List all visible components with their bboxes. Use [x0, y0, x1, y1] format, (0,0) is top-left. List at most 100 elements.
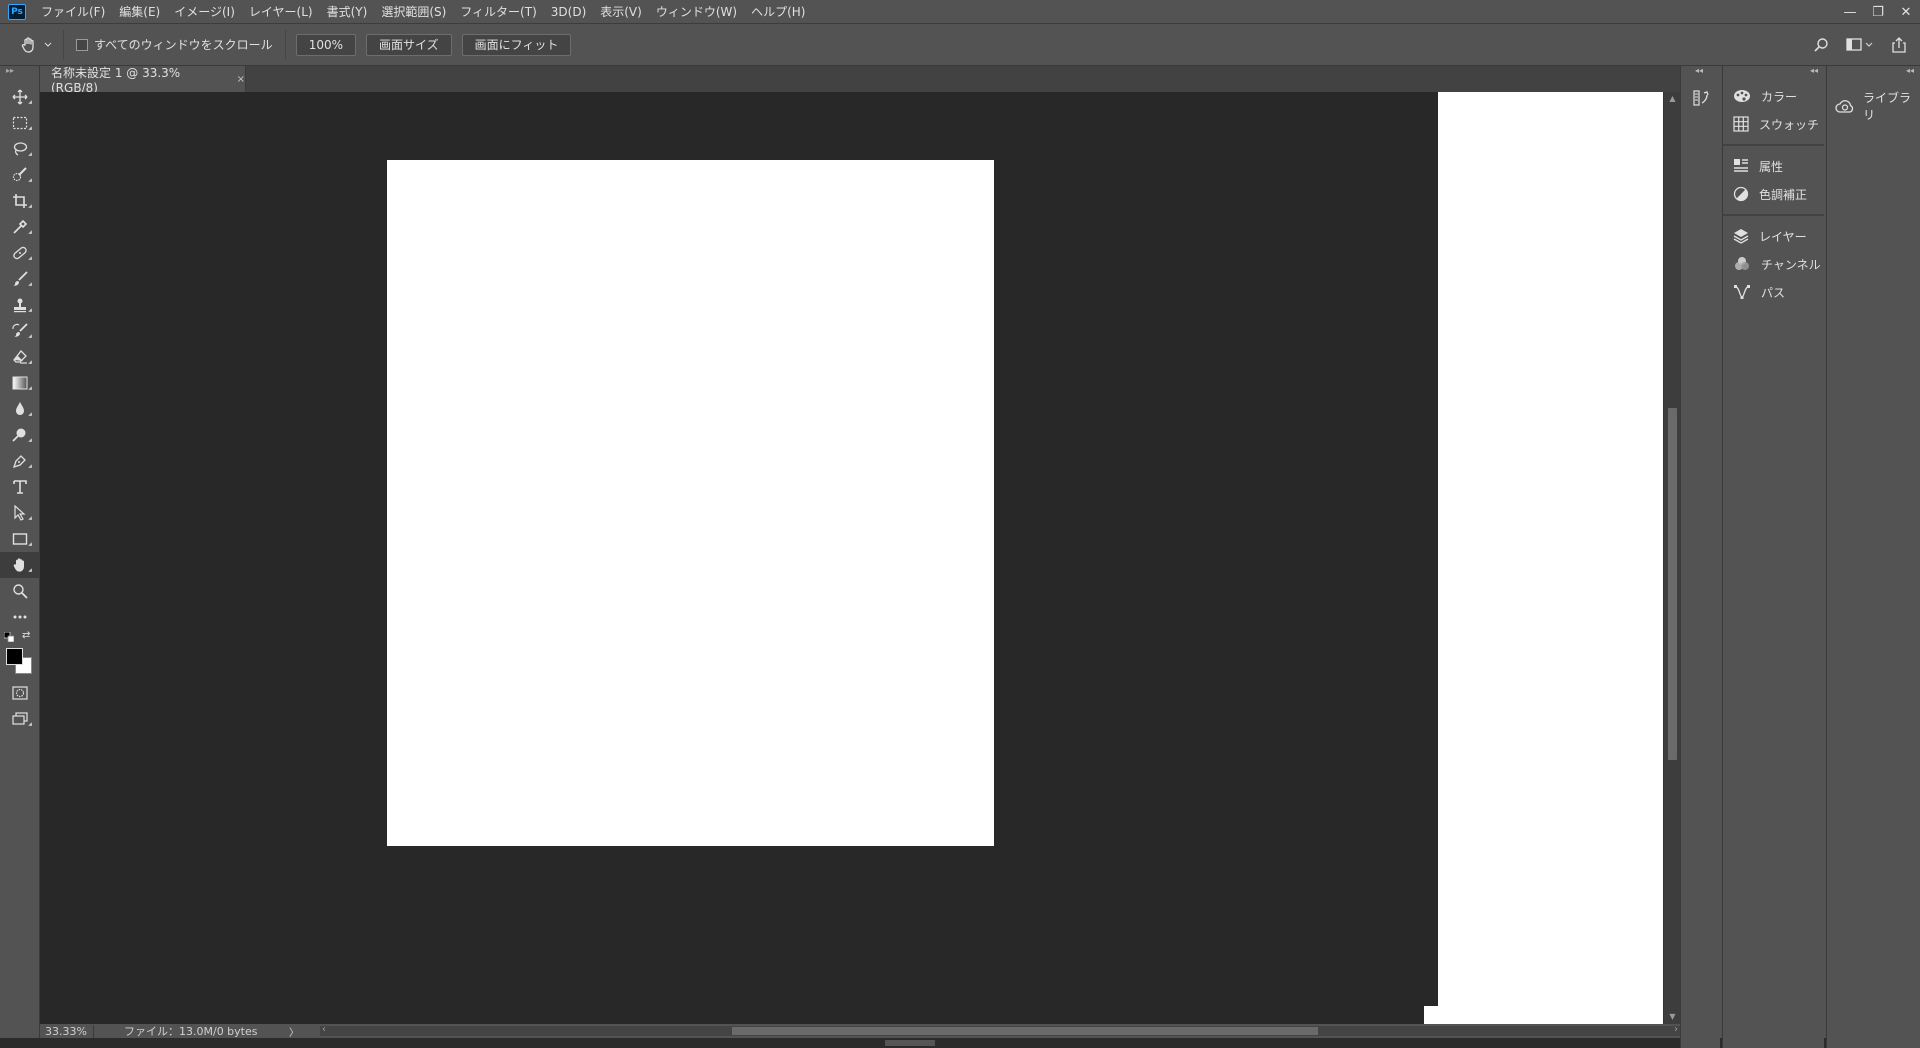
ellipsis-icon: [12, 614, 28, 620]
dock-collapse-icon[interactable]: ◂◂: [1681, 66, 1720, 76]
zoom-100-button[interactable]: 100%: [295, 33, 356, 56]
screen-mode-icon: [12, 712, 28, 726]
menu-help[interactable]: ヘルプ(H): [744, 0, 812, 24]
fill-screen-button[interactable]: 画面にフィット: [461, 33, 572, 56]
vertical-scrollbar[interactable]: ▲ ▼: [1663, 92, 1680, 1024]
quick-select-tool[interactable]: [0, 162, 40, 188]
stamp-icon: [12, 297, 28, 313]
default-colors-icon[interactable]: [4, 632, 14, 642]
tool-preset-picker[interactable]: [8, 29, 64, 60]
menu-edit[interactable]: 編集(E): [112, 0, 167, 24]
healing-brush-tool[interactable]: [0, 240, 40, 266]
menu-file[interactable]: ファイル(F): [34, 0, 112, 24]
panel-group-properties: 属性 色調補正: [1723, 146, 1824, 216]
panel-tab-color-label: カラー: [1761, 89, 1798, 104]
hand-tool[interactable]: [0, 552, 40, 578]
lasso-tool[interactable]: [0, 136, 40, 162]
scroll-up-arrow-icon[interactable]: ▲: [1664, 92, 1681, 106]
bottom-strip-handle: [885, 1040, 935, 1046]
clone-stamp-tool[interactable]: [0, 292, 40, 318]
pen-tool[interactable]: [0, 448, 40, 474]
canvas-white-region[interactable]: [1438, 92, 1663, 1024]
eyedropper-tool[interactable]: [0, 214, 40, 240]
channels-icon: [1733, 256, 1751, 272]
restore-button[interactable]: ❐: [1864, 1, 1892, 23]
menu-layer[interactable]: レイヤー(L): [242, 0, 320, 24]
vertical-scroll-thumb[interactable]: [1668, 408, 1677, 760]
panels-collapse-icon[interactable]: ◂◂: [1723, 66, 1824, 76]
panel-tab-layers[interactable]: レイヤー: [1723, 222, 1824, 250]
marquee-icon: [12, 116, 28, 130]
eraser-tool[interactable]: [0, 344, 40, 370]
blur-tool[interactable]: [0, 396, 40, 422]
path-select-tool[interactable]: [0, 500, 40, 526]
eyedropper-icon: [12, 219, 28, 235]
search-icon[interactable]: [1808, 32, 1834, 58]
scroll-down-arrow-icon[interactable]: ▼: [1664, 1010, 1681, 1024]
paths-icon: [1733, 284, 1751, 300]
crop-tool[interactable]: [0, 188, 40, 214]
dodge-tool[interactable]: [0, 422, 40, 448]
scroll-right-arrow-icon[interactable]: ›: [1674, 1024, 1678, 1035]
quick-select-icon: [12, 167, 28, 183]
quick-mask-icon: [12, 686, 28, 700]
menu-type[interactable]: 書式(Y): [320, 0, 375, 24]
status-bar: 33.33% ファイル：13.0M/0 bytes 〉 ‹ ›: [40, 1024, 1680, 1039]
workspace-switcher-icon[interactable]: [1842, 32, 1878, 58]
close-tab-icon[interactable]: ×: [237, 74, 245, 85]
status-zoom-level[interactable]: 33.33%: [40, 1024, 94, 1038]
more-tools[interactable]: [0, 604, 40, 630]
gradient-tool[interactable]: [0, 370, 40, 396]
panel-tab-layers-label: レイヤー: [1759, 229, 1807, 244]
foreground-color-swatch[interactable]: [6, 648, 23, 665]
zoom-tool[interactable]: [0, 578, 40, 604]
history-brush-tool[interactable]: [0, 318, 40, 344]
share-icon[interactable]: [1886, 32, 1912, 58]
screen-mode-button[interactable]: [0, 706, 40, 732]
close-window-button[interactable]: ✕: [1892, 1, 1920, 23]
status-info-menu-icon[interactable]: 〉: [284, 1024, 304, 1039]
swap-colors-icon[interactable]: ⇄: [22, 630, 30, 641]
minimize-button[interactable]: —: [1836, 1, 1864, 23]
brush-tool[interactable]: [0, 266, 40, 292]
dodge-icon: [12, 427, 28, 443]
canvas-area[interactable]: [40, 92, 1663, 1024]
libraries-collapse-icon[interactable]: ◂◂: [1827, 66, 1920, 76]
photoshop-logo-icon[interactable]: Ps: [8, 3, 26, 20]
properties-icon: [1733, 158, 1749, 174]
tools-collapse-icon[interactable]: ▸▸: [0, 66, 39, 76]
move-icon: [12, 89, 28, 105]
type-tool[interactable]: [0, 474, 40, 500]
panel-tab-color[interactable]: カラー: [1723, 82, 1824, 110]
menu-3d[interactable]: 3D(D): [544, 0, 593, 24]
panel-group-layers: レイヤー チャンネル パス: [1723, 216, 1824, 312]
panel-tab-libraries[interactable]: ライブラリ: [1827, 91, 1920, 122]
rectangle-tool[interactable]: [0, 526, 40, 552]
panel-tab-channels-label: チャンネル: [1761, 257, 1821, 272]
menu-select[interactable]: 選択範囲(S): [374, 0, 453, 24]
scroll-left-arrow-icon[interactable]: ‹: [322, 1024, 326, 1035]
move-tool[interactable]: [0, 84, 40, 110]
fit-screen-button[interactable]: 画面サイズ: [366, 33, 452, 56]
libraries-dock: ◂◂ ライブラリ: [1826, 66, 1920, 1048]
menu-window[interactable]: ウィンドウ(W): [649, 0, 744, 24]
panel-tab-properties[interactable]: 属性: [1723, 152, 1824, 180]
marquee-tool[interactable]: [0, 110, 40, 136]
quick-mask-button[interactable]: [0, 680, 40, 706]
panel-tab-paths[interactable]: パス: [1723, 278, 1824, 306]
menu-view[interactable]: 表示(V): [593, 0, 649, 24]
scroll-all-windows-option[interactable]: すべてのウィンドウをスクロール: [64, 29, 286, 60]
panel-tab-channels[interactable]: チャンネル: [1723, 250, 1824, 278]
menu-bar: Ps ファイル(F) 編集(E) イメージ(I) レイヤー(L) 書式(Y) 選…: [0, 0, 1920, 24]
document-tab[interactable]: 名称未設定 1 @ 33.3% (RGB/8) ×: [40, 66, 246, 95]
panel-tab-adjustments[interactable]: 色調補正: [1723, 180, 1824, 208]
scroll-all-windows-checkbox[interactable]: [76, 38, 88, 51]
horizontal-scroll-thumb[interactable]: [732, 1027, 1318, 1035]
menu-filter[interactable]: フィルター(T): [453, 0, 543, 24]
history-panel-button[interactable]: [1681, 84, 1721, 112]
horizontal-scrollbar[interactable]: ‹ ›: [320, 1024, 1680, 1036]
document-canvas[interactable]: [387, 160, 994, 846]
panel-tab-swatches[interactable]: スウォッチ: [1723, 110, 1824, 138]
color-swatches: ⇄: [0, 630, 40, 680]
menu-image[interactable]: イメージ(I): [167, 0, 242, 24]
